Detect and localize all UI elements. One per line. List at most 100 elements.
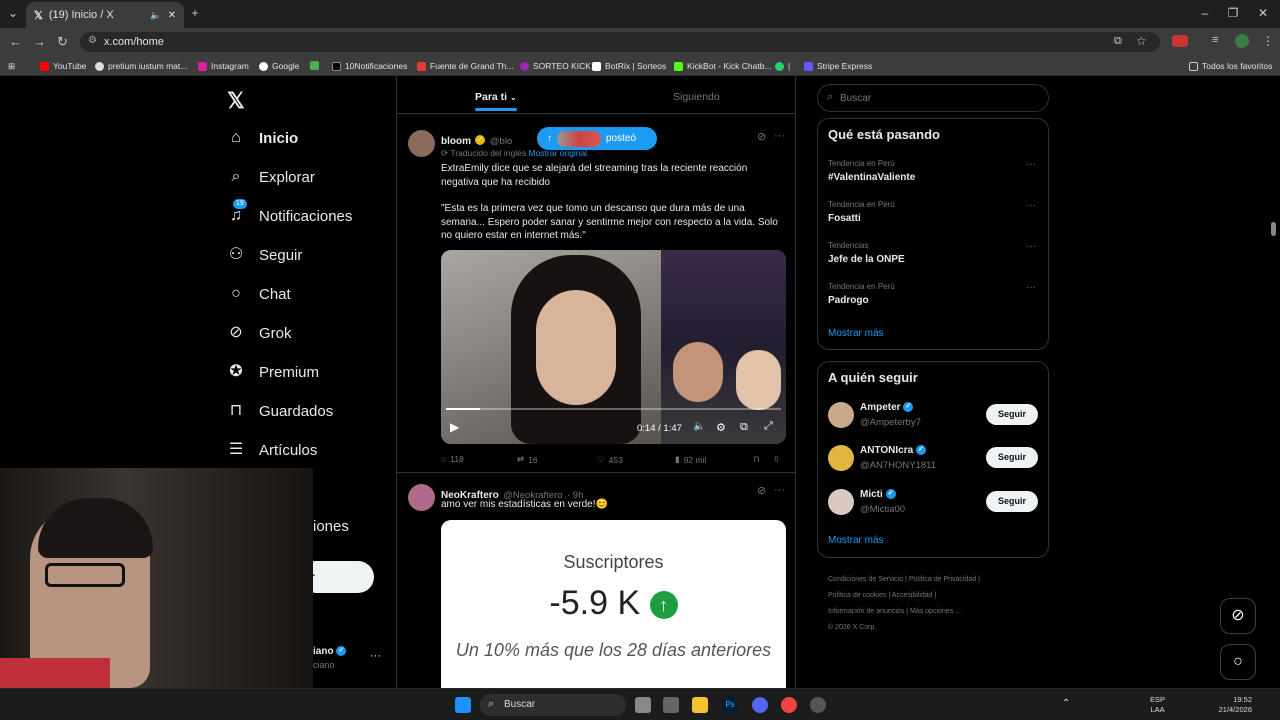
follow-name[interactable]: Ampeter ✓ bbox=[860, 402, 914, 413]
avatar[interactable] bbox=[408, 484, 435, 511]
avatar[interactable] bbox=[408, 130, 435, 157]
show-more-follow[interactable]: Mostrar más bbox=[828, 535, 884, 546]
account-more-icon[interactable]: ··· bbox=[370, 650, 381, 662]
audio-icon[interactable]: 🔈 bbox=[150, 10, 161, 21]
video-progress[interactable] bbox=[446, 408, 781, 410]
bookmark-botrix[interactable]: BotRix | Sorteos bbox=[592, 61, 666, 71]
follow-button[interactable]: Seguir bbox=[986, 447, 1038, 468]
trend-item[interactable]: Tendencia en Perú Fosatti bbox=[828, 200, 895, 224]
bookmark-kickbot[interactable]: KickBot - Kick Chatb... bbox=[674, 61, 772, 71]
sidebar-item-seguir[interactable]: ⚇ Seguir bbox=[227, 246, 303, 264]
bookmark-pretium[interactable]: pretium iustum mat... bbox=[95, 61, 187, 71]
sidebar-item-notificaciones[interactable]: ♫ 19 Notificaciones bbox=[227, 199, 352, 225]
restore-icon[interactable]: ❐ bbox=[1226, 6, 1240, 20]
tab-siguiendo[interactable]: Siguiendo bbox=[673, 91, 720, 103]
reply-button[interactable]: ○ 118 bbox=[441, 454, 464, 464]
chat-floating-icon[interactable]: ○ bbox=[1220, 644, 1256, 680]
address-bar[interactable]: ⚙ x.com/home bbox=[80, 32, 1160, 52]
sidebar-item-guardados[interactable]: ⊓ Guardados bbox=[227, 402, 333, 420]
new-tab-icon[interactable]: + bbox=[188, 6, 202, 20]
app-icon[interactable] bbox=[810, 697, 826, 713]
show-more-trends[interactable]: Mostrar más bbox=[828, 328, 884, 339]
sidebar-item-premium[interactable]: ✪ Premium bbox=[227, 363, 319, 381]
apps-icon[interactable]: ⊞ bbox=[8, 61, 15, 72]
settings-icon[interactable]: ⚙ bbox=[716, 421, 726, 434]
tab-para-ti[interactable]: Para ti ⌄ bbox=[475, 91, 517, 103]
post-author[interactable]: bloom bbox=[441, 136, 471, 147]
account-name[interactable]: iano ✓ bbox=[313, 646, 347, 657]
page-scrollbar[interactable] bbox=[1271, 222, 1276, 236]
bookmark-pinwheel[interactable] bbox=[310, 61, 319, 70]
follow-button[interactable]: Seguir bbox=[986, 491, 1038, 512]
trend-more-icon[interactable]: ··· bbox=[1026, 241, 1036, 252]
footer-link[interactable]: Información de anuncios bbox=[828, 608, 904, 615]
window-close-icon[interactable]: ✕ bbox=[1256, 6, 1270, 20]
clock[interactable]: 19:52 21/4/2026 bbox=[1212, 695, 1252, 715]
tray-chevron-icon[interactable]: ⌃ bbox=[1062, 698, 1070, 709]
start-icon[interactable] bbox=[455, 697, 471, 713]
avatar[interactable] bbox=[828, 402, 854, 428]
sidebar-item-explorar[interactable]: ⌕ Explorar bbox=[227, 168, 315, 186]
discord-icon[interactable] bbox=[752, 697, 768, 713]
footer-link[interactable]: Política de Privacidad bbox=[909, 576, 976, 583]
sidebar-item-partial[interactable]: iones bbox=[313, 518, 349, 535]
trend-item[interactable]: Tendencias Jefe de la ONPE bbox=[828, 241, 905, 265]
fullscreen-icon[interactable]: ⤢ bbox=[764, 420, 773, 433]
browser-tab[interactable]: 𝕏 (19) Inicio / X 🔈 ✕ bbox=[26, 2, 184, 28]
avatar[interactable] bbox=[828, 445, 854, 471]
sidebar-item-inicio[interactable]: ⌂ Inicio bbox=[227, 129, 298, 147]
post-more-icon[interactable]: ··· bbox=[774, 484, 785, 496]
all-bookmarks[interactable]: Todos los favoritos bbox=[1189, 61, 1272, 71]
grok-post-icon[interactable]: ⊘ bbox=[757, 484, 766, 497]
x-logo-icon[interactable]: 𝕏 bbox=[227, 88, 245, 114]
install-icon[interactable]: ⧉ bbox=[1114, 35, 1122, 48]
profile-avatar[interactable] bbox=[1235, 34, 1249, 48]
follow-button[interactable]: Seguir bbox=[986, 404, 1038, 425]
explorer-icon[interactable] bbox=[692, 697, 708, 713]
follow-name[interactable]: Micti ✓ bbox=[860, 489, 896, 500]
trend-item[interactable]: Tendencia en Perú Padrogo bbox=[828, 282, 895, 306]
extension-icon[interactable] bbox=[1172, 35, 1188, 47]
grok-floating-icon[interactable]: ⊘ bbox=[1220, 598, 1256, 634]
bookmark-fuente[interactable]: Fuente de Grand Th... bbox=[417, 61, 513, 71]
sidebar-item-grok[interactable]: ⊘ Grok bbox=[227, 324, 291, 342]
back-icon[interactable]: ← bbox=[9, 34, 22, 49]
bookmark-button[interactable]: ⊓ bbox=[753, 454, 760, 465]
stats-card-image[interactable]: Suscriptores -5.9 K ↑ Un 10% más que los… bbox=[441, 520, 786, 688]
video-player[interactable]: ▶ 0:14 / 1:47 🔈 ⚙ ⧉ ⤢ bbox=[441, 250, 786, 444]
star-icon[interactable]: ☆ bbox=[1136, 34, 1147, 48]
footer-link[interactable]: Accesibilidad bbox=[892, 592, 933, 599]
taskview-icon[interactable] bbox=[635, 697, 651, 713]
app-icon[interactable] bbox=[663, 697, 679, 713]
like-button[interactable]: ♡ 453 bbox=[597, 454, 623, 465]
avatar[interactable] bbox=[828, 489, 854, 515]
trend-item[interactable]: Tendencia en Perú #ValentinaValiente bbox=[828, 159, 915, 183]
sidebar-item-articulos[interactable]: ☰ Artículos bbox=[227, 441, 318, 459]
taskbar-search[interactable]: ⌕ Buscar bbox=[480, 694, 626, 716]
site-info-icon[interactable]: ⚙ bbox=[88, 35, 97, 46]
forward-icon[interactable]: → bbox=[33, 34, 46, 49]
trend-more-icon[interactable]: ··· bbox=[1026, 282, 1036, 293]
new-posts-pill[interactable]: ↑ posteó bbox=[537, 127, 657, 150]
sidebar-item-chat[interactable]: ○ Chat bbox=[227, 285, 291, 303]
follow-name[interactable]: ANTONIcra ✓ bbox=[860, 445, 926, 456]
footer-link[interactable]: Condiciones de Servicio bbox=[828, 576, 903, 583]
volume-icon[interactable]: 🔈 bbox=[693, 421, 705, 432]
chrome-icon[interactable] bbox=[781, 697, 797, 713]
repost-button[interactable]: ⇄ 16 bbox=[517, 454, 538, 465]
search-input[interactable]: ⌕ Buscar bbox=[817, 84, 1049, 112]
minimize-icon[interactable]: – bbox=[1198, 6, 1212, 20]
footer-link[interactable]: Política de cookies bbox=[828, 592, 886, 599]
bookmark-whatsapp[interactable]: | bbox=[775, 61, 790, 71]
trend-more-icon[interactable]: ··· bbox=[1026, 159, 1036, 170]
tab-search-icon[interactable]: ⌄ bbox=[6, 6, 20, 20]
grok-post-icon[interactable]: ⊘ bbox=[757, 130, 766, 143]
tab-close-icon[interactable]: ✕ bbox=[168, 10, 176, 21]
reload-icon[interactable]: ↻ bbox=[57, 34, 68, 50]
bookmark-youtube[interactable]: YouTube bbox=[40, 61, 86, 71]
trend-more-icon[interactable]: ··· bbox=[1026, 200, 1036, 211]
views-button[interactable]: ▮ 92 mil bbox=[675, 454, 706, 465]
bookmark-google[interactable]: Google bbox=[259, 61, 299, 71]
play-icon[interactable]: ▶ bbox=[450, 420, 459, 434]
language-indicator[interactable]: ESP LAA bbox=[1150, 695, 1165, 715]
